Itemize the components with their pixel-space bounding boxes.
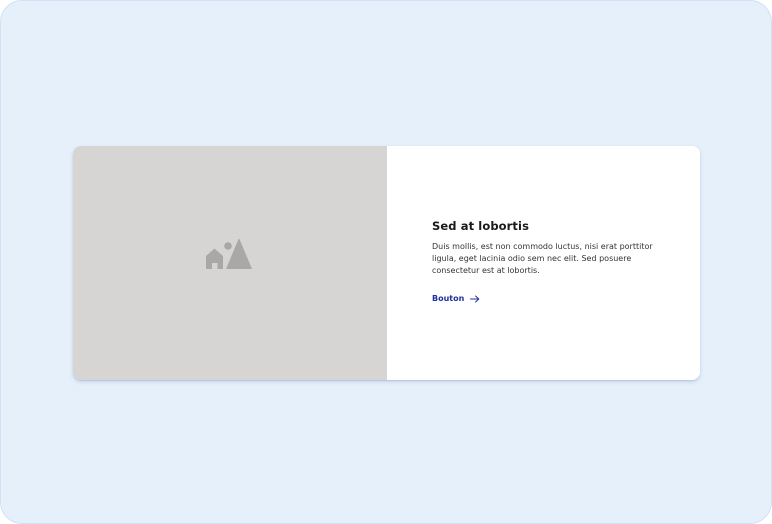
card-button[interactable]: Bouton	[432, 294, 480, 303]
card-button-label: Bouton	[432, 294, 465, 303]
card-title: Sed at lobortis	[432, 219, 530, 233]
card-description: Duis mollis, est non commodo luctus, nis…	[432, 242, 653, 275]
arrow-right-icon	[470, 295, 480, 302]
card-media	[73, 146, 387, 380]
page-frame: Sed at lobortis Duis mollis, est non com…	[0, 0, 772, 524]
media-card: Sed at lobortis Duis mollis, est non com…	[73, 146, 700, 380]
card-content: Sed at lobortis Duis mollis, est non com…	[387, 146, 700, 380]
image-placeholder-icon	[206, 239, 252, 269]
